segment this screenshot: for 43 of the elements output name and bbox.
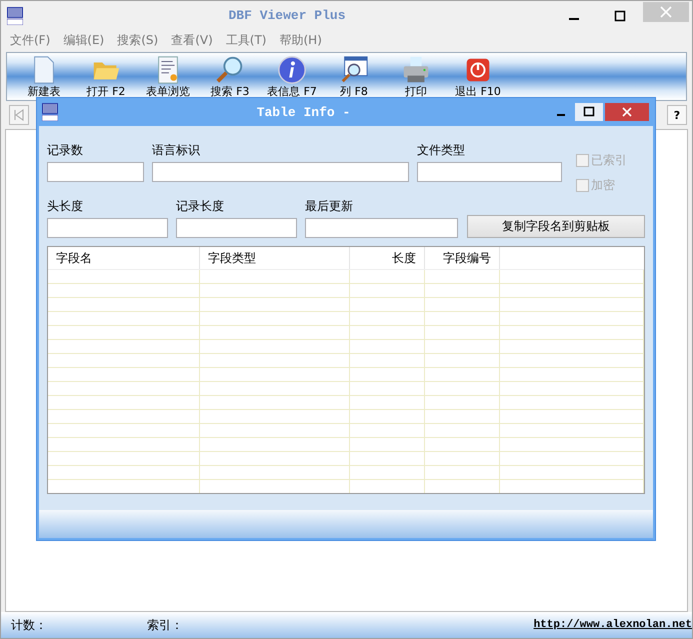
website-link[interactable]: http://www.alexnolan.net (534, 619, 692, 631)
dialog-title: Table Info - (256, 104, 352, 120)
menu-item[interactable]: 帮助(H) (279, 32, 322, 48)
first-record-icon (13, 109, 25, 121)
input-field[interactable] (417, 162, 562, 182)
window-magnifier-icon (339, 55, 369, 85)
input-field[interactable] (305, 218, 458, 238)
close-icon[interactable] (605, 103, 649, 121)
input-field[interactable] (47, 218, 168, 238)
column-header[interactable]: 字段类型 (200, 247, 350, 269)
index-label: 索引： (147, 616, 183, 634)
menu-item[interactable]: 编辑(E) (63, 32, 104, 48)
help-button[interactable]: ? (667, 105, 687, 125)
field-label: 文件类型 (417, 142, 466, 159)
search-icon (215, 55, 245, 85)
menu-item[interactable]: 查看(V) (171, 32, 213, 48)
field-label: 记录长度 (176, 198, 225, 215)
menu-item[interactable]: 文件(F) (10, 32, 50, 48)
app-logo-icon (7, 6, 23, 24)
input-field[interactable] (152, 162, 409, 182)
toolbar-button[interactable]: 新建表 (13, 53, 75, 100)
printer-icon (401, 55, 431, 85)
field-label: 语言标识 (152, 142, 201, 159)
toolbar-button[interactable]: 搜索 F3 (199, 53, 261, 100)
field-label: 记录数 (47, 142, 84, 159)
input-field[interactable] (47, 162, 144, 182)
input-field[interactable] (176, 218, 297, 238)
menu-item[interactable]: 搜索(S) (117, 32, 158, 48)
count-label: 计数： (11, 616, 48, 634)
toolbar-button[interactable]: 打印 (385, 53, 447, 100)
menu-item[interactable]: 工具(T) (226, 32, 266, 48)
app-logo-icon (42, 103, 58, 121)
column-header[interactable]: 字段编号 (425, 247, 500, 269)
info-icon (277, 55, 307, 85)
window-title: DBF Viewer Plus (227, 8, 347, 23)
field-label: 最后更新 (305, 198, 354, 215)
column-header[interactable]: 字段名 (48, 247, 200, 269)
maximize-icon[interactable] (575, 103, 603, 121)
toolbar-button[interactable]: 表信息 F7 (261, 53, 323, 100)
copy-button[interactable]: 复制字段名到剪贴板 (467, 215, 645, 238)
field-label: 头长度 (47, 198, 84, 215)
column-header[interactable]: 长度 (350, 247, 425, 269)
first-record-button[interactable] (9, 105, 29, 125)
